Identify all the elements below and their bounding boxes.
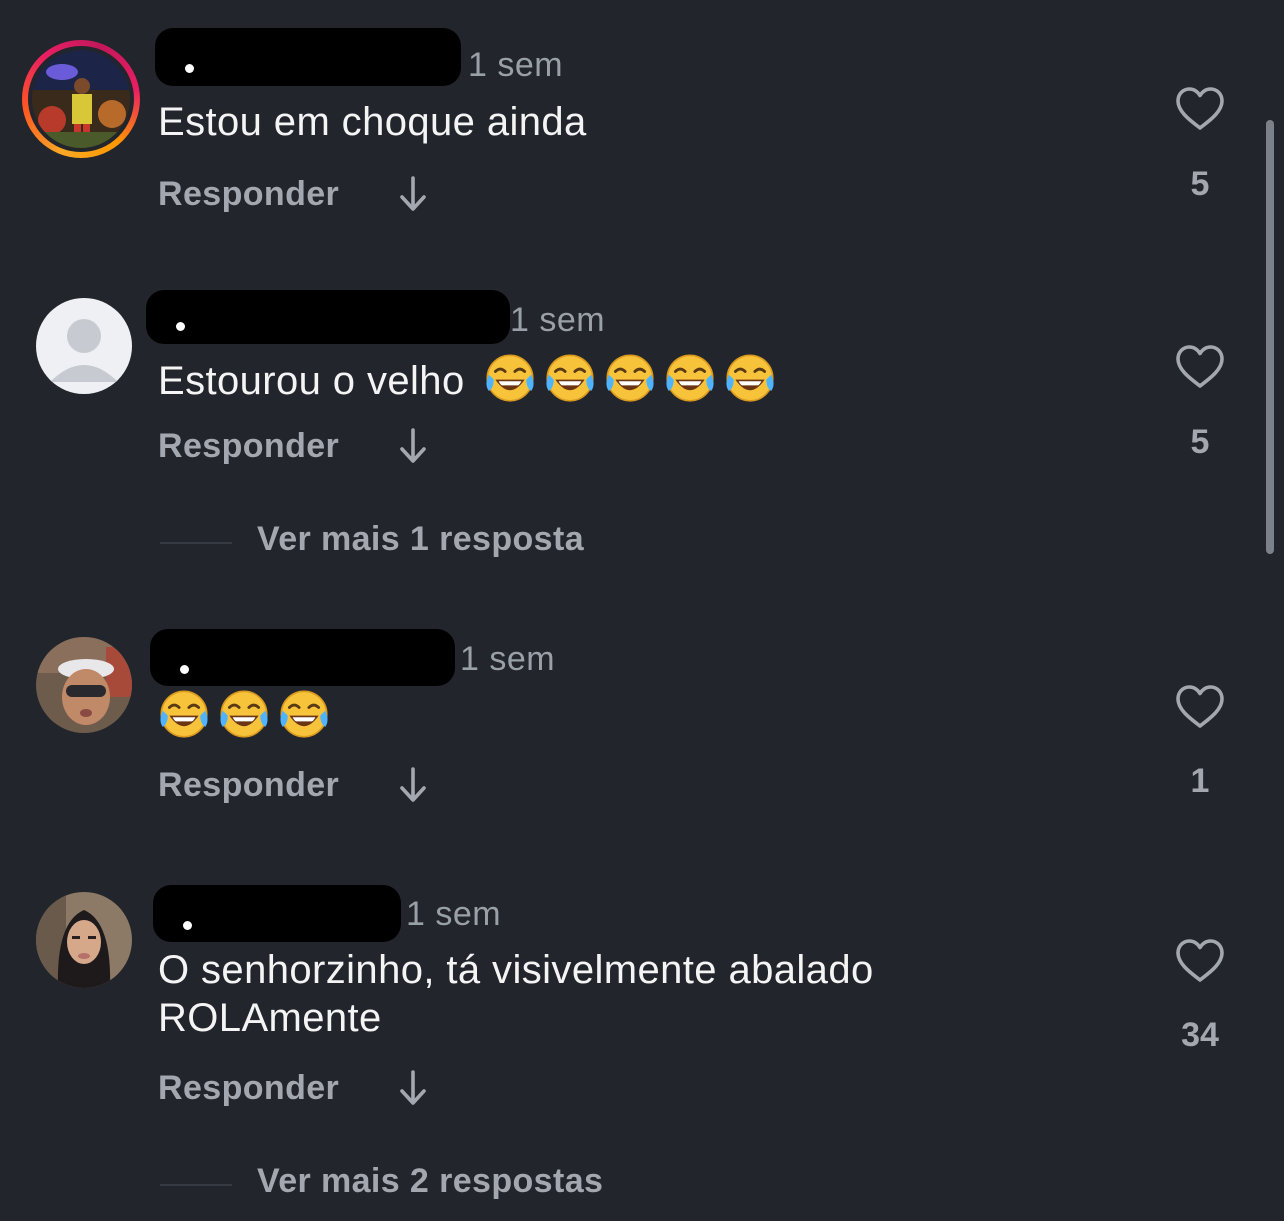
comment-text: Estourou o velho [158, 352, 784, 405]
divider [160, 1184, 232, 1186]
reply-button[interactable]: Responder [158, 427, 339, 466]
comment-time: 1 sem [460, 640, 556, 678]
avatar[interactable] [36, 637, 132, 733]
reply-button[interactable]: Responder [158, 766, 339, 805]
heart-icon[interactable] [1174, 86, 1226, 132]
joy-emoji-icon [544, 352, 596, 404]
joy-emoji-icon [664, 352, 716, 404]
comment-time: 1 sem [468, 46, 564, 84]
arrow-down-icon[interactable] [396, 1068, 430, 1108]
like-count: 5 [1190, 423, 1210, 461]
username-redacted[interactable] [150, 629, 455, 686]
avatar-photo [36, 892, 132, 988]
arrow-down-icon[interactable] [396, 174, 430, 214]
comment-text: Estou em choque ainda [158, 100, 587, 144]
view-more-replies-button[interactable]: Ver mais 2 respostas [160, 1162, 1160, 1206]
comment-text-content: Estourou o velho [158, 359, 465, 403]
joy-emoji-icon [278, 688, 330, 740]
view-more-replies-button[interactable]: Ver mais 1 resposta [160, 520, 1160, 564]
joy-emoji-icon [724, 352, 776, 404]
avatar[interactable] [36, 298, 132, 394]
like-count: 34 [1181, 1016, 1219, 1054]
avatar-photo [32, 50, 130, 148]
like-count: 1 [1190, 762, 1210, 800]
avatar[interactable] [22, 40, 140, 158]
scrollbar[interactable] [1266, 120, 1274, 554]
joy-emoji-icon [604, 352, 656, 404]
reply-button[interactable]: Responder [158, 1069, 339, 1108]
heart-icon[interactable] [1174, 344, 1226, 390]
view-more-replies-label: Ver mais 1 resposta [257, 520, 585, 558]
comment-time: 1 sem [406, 895, 502, 933]
view-more-replies-label: Ver mais 2 respostas [257, 1162, 604, 1200]
username-redacted[interactable] [155, 28, 461, 86]
username-redacted[interactable] [146, 290, 510, 344]
comment-text-line-1: O senhorzinho, tá visivelmente abalado [158, 948, 874, 992]
arrow-down-icon[interactable] [396, 765, 430, 805]
username-redacted[interactable] [153, 885, 401, 942]
avatar[interactable] [36, 892, 132, 988]
comment-text-line-2: ROLAmente [158, 996, 382, 1040]
heart-icon[interactable] [1174, 684, 1226, 730]
like-count: 5 [1190, 165, 1210, 203]
default-avatar-icon [50, 319, 118, 382]
comment-text [158, 688, 338, 741]
arrow-down-icon[interactable] [396, 426, 430, 466]
joy-emoji-icon [158, 688, 210, 740]
reply-button[interactable]: Responder [158, 175, 339, 214]
comment-time: 1 sem [510, 301, 606, 339]
divider [160, 542, 232, 544]
joy-emoji-icon [218, 688, 270, 740]
heart-icon[interactable] [1174, 938, 1226, 984]
joy-emoji-icon [484, 352, 536, 404]
avatar-photo [36, 637, 132, 733]
